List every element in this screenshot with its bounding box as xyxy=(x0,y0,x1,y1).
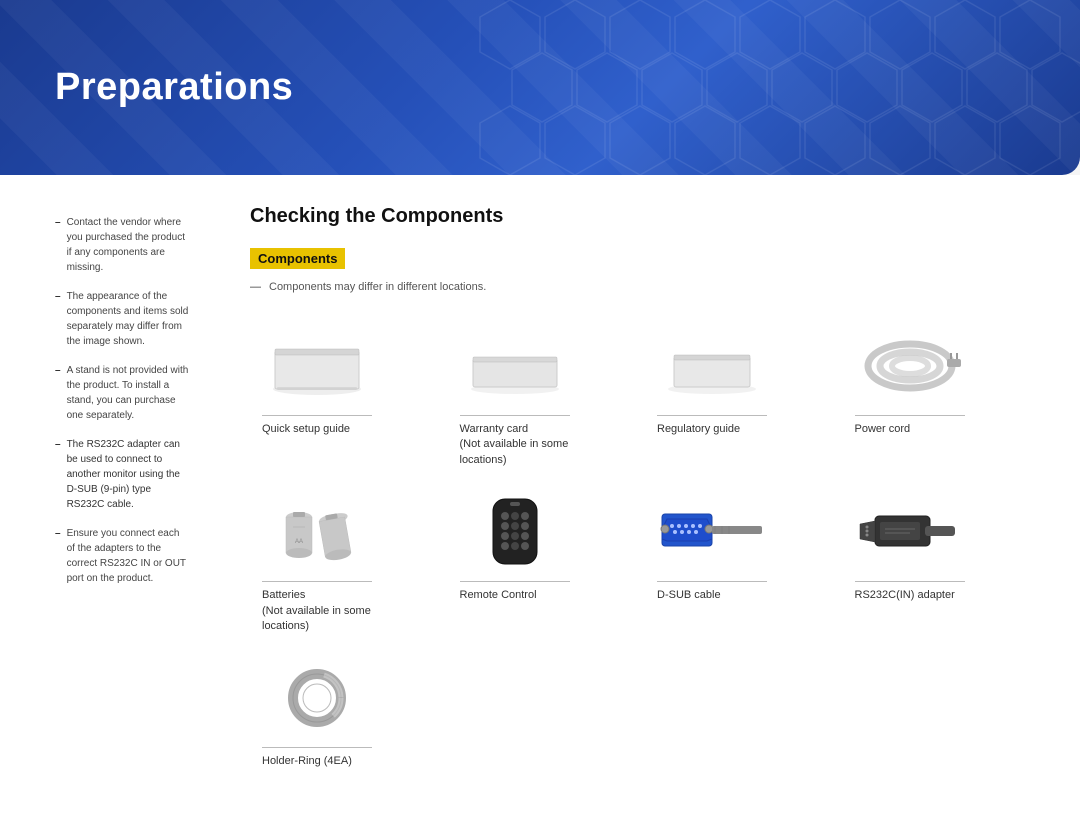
regulatory-guide-label: Regulatory guide xyxy=(657,415,767,437)
batteries-label: Batteries (Not available in some locatio… xyxy=(262,581,372,634)
component-remote-control: Remote Control xyxy=(448,484,646,650)
component-holder-ring: Holder-Ring (4EA) xyxy=(250,650,448,785)
component-quick-setup-guide: Quick setup guide xyxy=(250,318,448,484)
components-grid: Quick setup guide Warranty card (Not ava… xyxy=(250,318,1040,786)
dsub-cable-label: D-SUB cable xyxy=(657,581,767,603)
components-note: Components may differ in different locat… xyxy=(250,281,1040,293)
component-batteries: AA Batteries (Not available in some loc xyxy=(250,484,448,650)
component-dsub-cable: D-SUB cable xyxy=(645,484,843,650)
holder-ring-label: Holder-Ring (4EA) xyxy=(262,747,372,769)
sidebar-item-2: – The appearance of the components and i… xyxy=(55,289,190,349)
warranty-card-image xyxy=(460,328,570,403)
sidebar-item-3: – A stand is not provided with the produ… xyxy=(55,363,190,423)
warranty-card-label: Warranty card (Not available in some loc… xyxy=(460,415,570,468)
power-cord-image xyxy=(855,328,965,403)
sidebar-item-1: – Contact the vendor where you purchased… xyxy=(55,215,190,275)
section-title: Checking the Components xyxy=(250,205,1040,228)
component-warranty-card: Warranty card (Not available in some loc… xyxy=(448,318,646,484)
header-banner: Preparations xyxy=(0,0,1080,175)
svg-text:AA: AA xyxy=(295,539,303,545)
page-title: Preparations xyxy=(55,66,293,109)
component-rs232c-adapter: RS232C(IN) adapter xyxy=(843,484,1041,650)
remote-control-image xyxy=(460,494,570,569)
batteries-image: AA xyxy=(262,494,372,569)
content-area: Checking the Components Components Compo… xyxy=(210,205,1080,786)
sidebar: – Contact the vendor where you purchased… xyxy=(0,205,210,786)
power-cord-label: Power cord xyxy=(855,415,965,437)
rs232c-adapter-label: RS232C(IN) adapter xyxy=(855,581,965,603)
main-content: – Contact the vendor where you purchased… xyxy=(0,175,1080,816)
quick-setup-guide-label: Quick setup guide xyxy=(262,415,372,437)
remote-control-label: Remote Control xyxy=(460,581,570,603)
components-badge: Components xyxy=(250,248,345,269)
component-power-cord: Power cord xyxy=(843,318,1041,484)
component-regulatory-guide: Regulatory guide xyxy=(645,318,843,484)
sidebar-item-4: – The RS232C adapter can be used to conn… xyxy=(55,437,190,512)
rs232c-adapter-image xyxy=(855,494,965,569)
sidebar-item-5: – Ensure you connect each of the adapter… xyxy=(55,526,190,586)
regulatory-guide-image xyxy=(657,328,767,403)
quick-setup-guide-image xyxy=(262,328,372,403)
dsub-cable-image xyxy=(657,494,767,569)
holder-ring-image xyxy=(262,660,372,735)
hex-pattern-decoration xyxy=(480,0,1080,175)
